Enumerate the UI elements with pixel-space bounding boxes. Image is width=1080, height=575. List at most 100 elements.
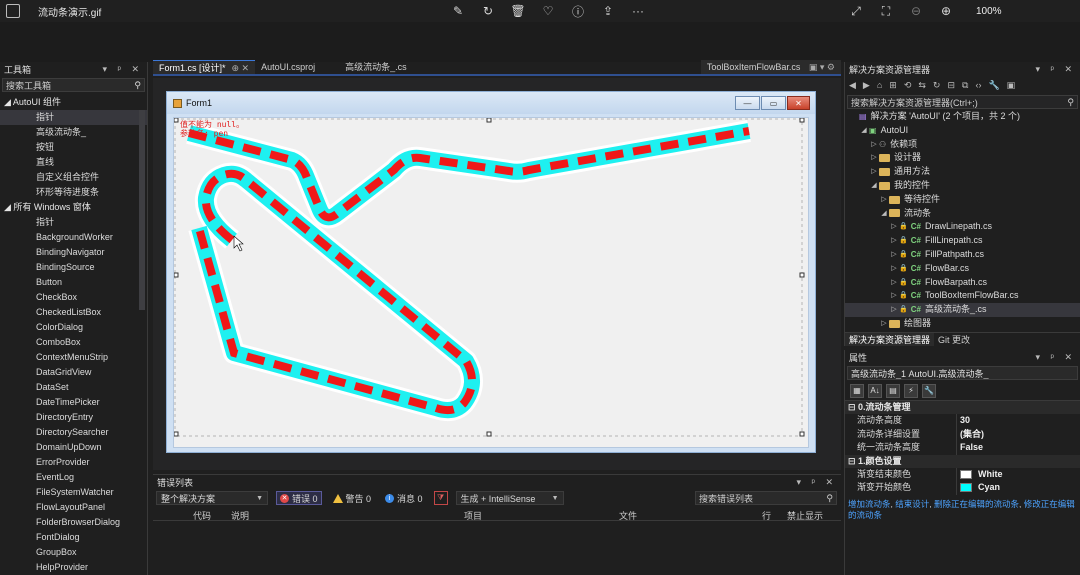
info-icon[interactable]: ⓘ — [570, 3, 586, 19]
resize-handle[interactable] — [486, 118, 492, 123]
delete-icon[interactable]: 🗑 — [510, 3, 526, 19]
back-icon[interactable]: ◀ — [849, 80, 856, 91]
chevron-down-icon[interactable]: ◢ — [859, 124, 869, 138]
tab-flowbar-cs[interactable]: 高级流动条_.cs — [339, 60, 413, 74]
toolbox-item[interactable]: CheckBox — [0, 290, 147, 305]
chevron-right-icon[interactable]: ▷ — [869, 165, 879, 179]
column-project[interactable]: 项目 — [464, 509, 482, 522]
column-line[interactable]: 行 — [762, 509, 771, 522]
toolbox-search-input[interactable]: 搜索工具箱 ⚲ — [2, 78, 145, 92]
refresh-icon[interactable]: ↻ — [933, 80, 941, 91]
chevron-right-icon[interactable]: ▷ — [889, 248, 899, 262]
zoom-out-icon[interactable]: ⊖ — [908, 3, 924, 19]
preview-icon[interactable]: ▣ — [1007, 80, 1016, 91]
property-row[interactable]: 渐变开始颜色 Cyan — [845, 481, 1080, 495]
search-icon[interactable]: ⚲ — [826, 493, 833, 504]
tab-solution-explorer[interactable]: 解决方案资源管理器 — [845, 333, 935, 346]
property-row[interactable]: 流动条高度 30 — [845, 414, 1080, 428]
properties-icon[interactable]: 🔧 — [988, 80, 999, 91]
toolbox-item[interactable]: DirectoryEntry — [0, 410, 147, 425]
resize-handle[interactable] — [799, 272, 805, 278]
toolbox-item[interactable]: DataSet — [0, 380, 147, 395]
property-value[interactable]: (集合) — [957, 428, 984, 442]
toolbox-item[interactable]: DirectorySearcher — [0, 425, 147, 440]
close-button[interactable]: ✕ — [787, 96, 810, 110]
tree-item[interactable]: ▷ 🔒 C# FlowBarpath.cs — [845, 276, 1080, 290]
toolbox-item[interactable]: BackgroundWorker — [0, 230, 147, 245]
resize-handle[interactable] — [486, 431, 492, 437]
property-value[interactable]: Cyan — [957, 481, 1000, 495]
toolbox-item[interactable]: BindingNavigator — [0, 245, 147, 260]
toolbox-item[interactable]: 指针 — [0, 215, 147, 230]
tree-item[interactable]: ▷ 通用方法 — [845, 165, 1080, 179]
edit-icon[interactable]: ✎ — [450, 3, 466, 19]
property-category[interactable]: ⊟ 1.颜色设置 — [845, 454, 1080, 468]
chevron-right-icon[interactable]: ▷ — [889, 289, 899, 303]
property-row[interactable]: 流动条详细设置 (集合) — [845, 427, 1080, 442]
toolbox-item[interactable]: FlowLayoutPanel — [0, 500, 147, 515]
chevron-right-icon[interactable]: ▷ — [889, 303, 899, 317]
chevron-right-icon[interactable]: ▷ — [889, 234, 899, 248]
toolbox-scrollbar[interactable] — [139, 110, 145, 310]
categorized-icon[interactable]: ▦ — [850, 384, 864, 398]
designer-verb-link[interactable]: 结束设计 — [895, 499, 929, 509]
resize-handle[interactable] — [174, 272, 179, 278]
chevron-right-icon[interactable]: ▷ — [869, 151, 879, 165]
alphabetical-icon[interactable]: A↓ — [868, 384, 882, 398]
toolbox-item[interactable]: ComboBox — [0, 335, 147, 350]
toolbox-item[interactable]: Button — [0, 275, 147, 290]
resize-handle[interactable] — [799, 431, 805, 437]
tree-item[interactable]: ▷ 🔒 C# 高级流动条_.cs — [845, 303, 1080, 317]
show-all-files-icon[interactable]: ⧉ — [962, 80, 968, 91]
rotate-icon[interactable]: ↻ — [480, 3, 496, 19]
tree-item[interactable]: ▤ 解决方案 'AutoUI' (2 个项目，共 2 个) — [845, 110, 1080, 124]
resize-handle[interactable] — [174, 118, 179, 123]
form1-window[interactable]: Form1 — ▭ ✕ 值不能为 null。 参数名: pen — [166, 91, 816, 453]
toolbox-item[interactable]: ColorDialog — [0, 320, 147, 335]
toolbox-item[interactable]: HelpProvider — [0, 560, 147, 575]
toolbox-item[interactable]: 直线 — [0, 155, 147, 170]
column-description[interactable]: 说明 — [231, 509, 249, 522]
tree-item[interactable]: ▷ 🔒 C# FillPathpath.cs — [845, 248, 1080, 262]
property-row[interactable]: 渐变结束颜色 White — [845, 467, 1080, 482]
property-pages-icon[interactable]: ▤ — [886, 384, 900, 398]
build-filter-dropdown[interactable]: 生成 + IntelliSense ▼ — [455, 491, 564, 505]
properties-pin-icon[interactable]: ▾ ᵖ ✕ — [1036, 352, 1076, 363]
designer-verb-link[interactable]: 增加流动条 — [848, 499, 891, 509]
switch-views-icon[interactable]: ⊞ — [889, 80, 897, 91]
chevron-down-icon[interactable]: ◢ — [879, 207, 889, 221]
tree-item[interactable]: ▷ ⚇ 依赖项 — [845, 138, 1080, 152]
toolbox-item[interactable]: 高级流动条_ — [0, 125, 147, 140]
error-list-pin-icon[interactable]: ▾ ᵖ ✕ — [797, 477, 837, 488]
tab-options-icons[interactable]: ▣ ▾ ⚙ — [809, 62, 835, 72]
tab-close-icon[interactable]: ⊕ ✕ — [232, 63, 250, 73]
tab-git-changes[interactable]: Git 更改 — [934, 333, 974, 346]
column-file[interactable]: 文件 — [619, 509, 637, 522]
tree-item[interactable]: ▷ 设计器 — [845, 151, 1080, 165]
property-value[interactable]: False — [957, 441, 983, 455]
property-object-selector[interactable]: 高级流动条_1 AutoUI.高级流动条_ — [847, 366, 1078, 380]
tree-item[interactable]: ▷ 🔒 C# FillLinepath.cs — [845, 234, 1080, 248]
property-category[interactable]: ⊟ 0.流动条管理 — [845, 401, 1080, 414]
tab-form1-design[interactable]: Form1.cs [设计]* ⊕ ✕ — [153, 60, 256, 74]
more-icon[interactable]: ··· — [630, 3, 646, 19]
toolbox-item[interactable]: 按钮 — [0, 140, 147, 155]
toolbox-item[interactable]: ContextMenuStrip — [0, 350, 147, 365]
events-icon[interactable]: ⚡ — [904, 384, 918, 398]
toolbox-item[interactable]: FontDialog — [0, 530, 147, 545]
tab-autoui-csproj[interactable]: AutoUI.csproj — [255, 60, 321, 74]
tree-item[interactable]: ◢ 我的控件 — [845, 179, 1080, 193]
wrench-icon[interactable]: 🔧 — [922, 384, 936, 398]
toolbox-item[interactable]: FileSystemWatcher — [0, 485, 147, 500]
search-icon[interactable]: ⚲ — [134, 80, 141, 91]
tree-item[interactable]: ▷ 等待控件 — [845, 193, 1080, 207]
column-suppression[interactable]: 禁止显示 — [787, 509, 823, 522]
chevron-right-icon[interactable]: ▷ — [889, 262, 899, 276]
tree-item[interactable]: ▷ 🔒 C# ToolBoxItemFlowBar.cs — [845, 289, 1080, 303]
search-icon[interactable]: ⚲ — [1067, 97, 1074, 108]
property-value[interactable]: White — [957, 468, 1003, 482]
chevron-right-icon[interactable]: ▷ — [889, 276, 899, 290]
toolbox-item[interactable]: DataGridView — [0, 365, 147, 380]
toolbox-item[interactable]: BindingSource — [0, 260, 147, 275]
chevron-right-icon[interactable]: ▷ — [879, 317, 889, 331]
